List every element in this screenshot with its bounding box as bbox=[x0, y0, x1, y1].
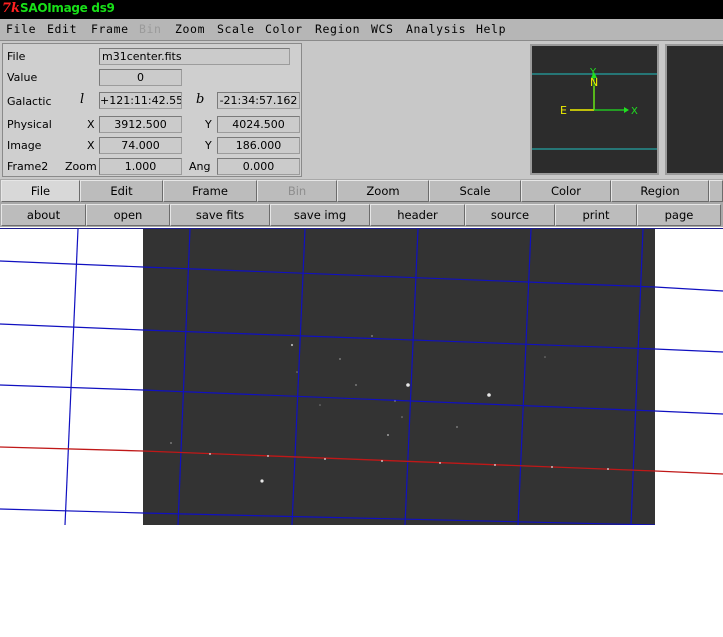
galactic-label: Galactic bbox=[7, 95, 52, 108]
physical-x-label: X bbox=[87, 118, 95, 131]
axis-x-arrowhead bbox=[624, 107, 629, 113]
star bbox=[401, 416, 403, 418]
menu-wcs[interactable]: WCS bbox=[371, 22, 394, 36]
menu-analysis[interactable]: Analysis bbox=[406, 22, 466, 36]
buttonbar-minor: about open save fits save img header sou… bbox=[0, 203, 723, 227]
star bbox=[406, 383, 410, 387]
magnifier bbox=[665, 44, 723, 175]
star bbox=[290, 343, 294, 347]
galactic-b-field: -21:34:57.162 bbox=[217, 92, 300, 109]
menu-scale[interactable]: Scale bbox=[217, 22, 255, 36]
menu-color[interactable]: Color bbox=[265, 22, 303, 36]
image-canvas[interactable] bbox=[0, 228, 723, 525]
star bbox=[339, 358, 341, 360]
button-bin: Bin bbox=[257, 180, 337, 202]
star bbox=[170, 442, 172, 444]
star bbox=[260, 479, 264, 483]
button-save-fits[interactable]: save fits bbox=[170, 204, 270, 226]
file-name-field: m31center.fits bbox=[99, 48, 290, 65]
button-about[interactable]: about bbox=[1, 204, 86, 226]
star bbox=[355, 384, 357, 386]
star bbox=[371, 335, 373, 337]
buttonbar-major: File Edit Frame Bin Zoom Scale Color Reg… bbox=[0, 179, 723, 203]
image-display[interactable] bbox=[0, 229, 723, 525]
galactic-l-symbol: l bbox=[80, 92, 85, 107]
menu-help[interactable]: Help bbox=[476, 22, 506, 36]
star bbox=[544, 356, 546, 358]
button-frame[interactable]: Frame bbox=[163, 180, 257, 202]
panner[interactable]: N E Y X bbox=[530, 44, 659, 175]
image-label: Image bbox=[7, 139, 42, 152]
button-save-img[interactable]: save img bbox=[270, 204, 370, 226]
star bbox=[456, 426, 458, 428]
menu-file[interactable]: File bbox=[6, 22, 36, 36]
info-panel-area: File m31center.fits Value 0 Galactic l +… bbox=[0, 41, 723, 179]
button-edit[interactable]: Edit bbox=[80, 180, 163, 202]
grid-line-v1 bbox=[64, 229, 79, 525]
physical-y-field: 4024.500 bbox=[217, 116, 300, 133]
pixel-value-field: 0 bbox=[99, 69, 182, 86]
star bbox=[296, 371, 298, 373]
button-region[interactable]: Region bbox=[611, 180, 709, 202]
panner-graphic: N E Y X bbox=[532, 67, 657, 150]
star bbox=[387, 434, 389, 436]
window-title: SAOImage ds9 bbox=[20, 1, 115, 15]
menu-zoom[interactable]: Zoom bbox=[175, 22, 205, 36]
axis-x-label: X bbox=[631, 106, 638, 117]
button-header[interactable]: header bbox=[370, 204, 465, 226]
button-overflow[interactable] bbox=[709, 180, 723, 202]
button-scale[interactable]: Scale bbox=[429, 180, 521, 202]
title-bar: 7k SAOImage ds9 bbox=[0, 0, 723, 19]
button-source[interactable]: source bbox=[465, 204, 555, 226]
frame-label: Frame2 bbox=[7, 160, 49, 173]
image-y-field: 186.000 bbox=[217, 137, 300, 154]
physical-y-label: Y bbox=[205, 118, 212, 131]
image-x-label: X bbox=[87, 139, 95, 152]
image-y-label: Y bbox=[205, 139, 212, 152]
image-x-field: 74.000 bbox=[99, 137, 182, 154]
physical-x-field: 3912.500 bbox=[99, 116, 182, 133]
star bbox=[394, 400, 396, 402]
button-open[interactable]: open bbox=[86, 204, 170, 226]
button-page[interactable]: page bbox=[637, 204, 721, 226]
star bbox=[319, 404, 321, 406]
compass-e-label: E bbox=[560, 104, 567, 117]
file-label: File bbox=[7, 50, 26, 63]
axis-y-label: Y bbox=[589, 67, 597, 78]
menu-region[interactable]: Region bbox=[315, 22, 360, 36]
tk-app-icon: 7k bbox=[2, 1, 21, 16]
menu-bar: File Edit Frame Bin Zoom Scale Color Reg… bbox=[0, 19, 723, 41]
value-label: Value bbox=[7, 71, 38, 84]
button-print[interactable]: print bbox=[555, 204, 637, 226]
zoom-label: Zoom bbox=[65, 160, 97, 173]
fits-image bbox=[143, 229, 655, 525]
menu-bin: Bin bbox=[139, 22, 162, 36]
physical-label: Physical bbox=[7, 118, 52, 131]
menu-frame[interactable]: Frame bbox=[91, 22, 129, 36]
angle-label: Ang bbox=[189, 160, 211, 173]
galactic-l-field: +121:11:42.552 bbox=[99, 92, 182, 109]
menu-edit[interactable]: Edit bbox=[47, 22, 77, 36]
zoom-field: 1.000 bbox=[99, 158, 182, 175]
info-panel: File m31center.fits Value 0 Galactic l +… bbox=[2, 43, 302, 177]
galactic-b-symbol: b bbox=[196, 92, 205, 107]
button-file[interactable]: File bbox=[1, 180, 80, 202]
button-zoom[interactable]: Zoom bbox=[337, 180, 429, 202]
button-color[interactable]: Color bbox=[521, 180, 611, 202]
star bbox=[487, 393, 491, 397]
angle-field: 0.000 bbox=[217, 158, 300, 175]
